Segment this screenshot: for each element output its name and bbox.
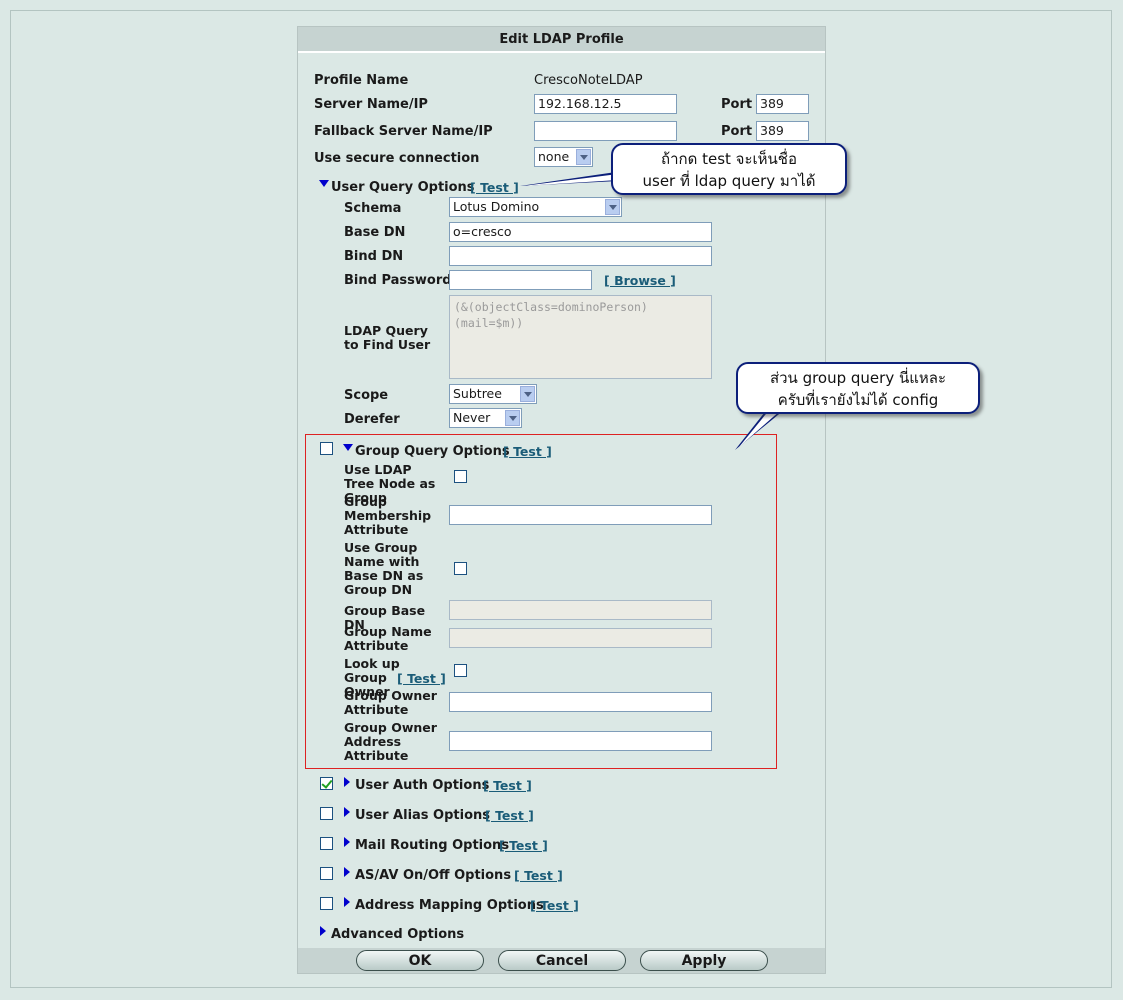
- group-query-note-line2: ครับที่เรายังไม่ได้ config: [777, 391, 939, 409]
- test-hint-callout: ถ้ากด test จะเห็นชื่อ user ที่ ldap quer…: [611, 143, 847, 195]
- callout-pointers: [520, 172, 784, 450]
- test-hint-line2: user ที่ ldap query มาได้: [642, 172, 816, 190]
- test-hint-line1: ถ้ากด test จะเห็นชื่อ: [661, 150, 797, 168]
- group-query-note-line1: ส่วน group query นี่แหละ: [769, 369, 947, 387]
- group-query-callout: ส่วน group query นี่แหละ ครับที่เรายังไม…: [736, 362, 980, 414]
